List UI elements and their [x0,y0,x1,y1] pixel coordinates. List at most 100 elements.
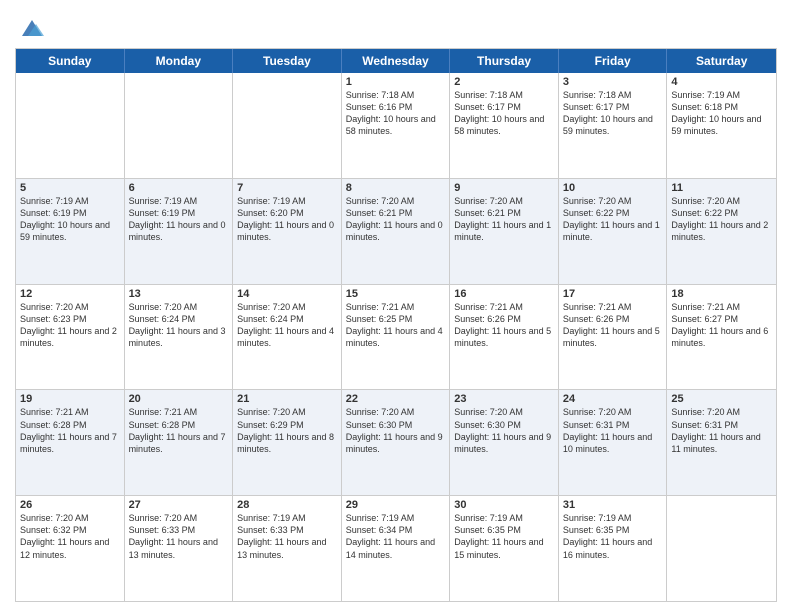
cal-cell: 21Sunrise: 7:20 AM Sunset: 6:29 PM Dayli… [233,390,342,495]
day-info: Sunrise: 7:21 AM Sunset: 6:25 PM Dayligh… [346,301,446,350]
day-number: 5 [20,182,120,194]
cal-cell: 10Sunrise: 7:20 AM Sunset: 6:22 PM Dayli… [559,179,668,284]
day-info: Sunrise: 7:20 AM Sunset: 6:30 PM Dayligh… [454,406,554,455]
cal-cell [125,73,234,178]
day-info: Sunrise: 7:19 AM Sunset: 6:34 PM Dayligh… [346,512,446,561]
day-number: 14 [237,288,337,300]
day-info: Sunrise: 7:19 AM Sunset: 6:18 PM Dayligh… [671,89,772,138]
day-number: 9 [454,182,554,194]
day-number: 8 [346,182,446,194]
calendar-body: 1Sunrise: 7:18 AM Sunset: 6:16 PM Daylig… [16,73,776,601]
header [15,10,777,42]
day-number: 30 [454,499,554,511]
cal-cell: 5Sunrise: 7:19 AM Sunset: 6:19 PM Daylig… [16,179,125,284]
day-number: 18 [671,288,772,300]
day-number: 1 [346,76,446,88]
cal-cell: 1Sunrise: 7:18 AM Sunset: 6:16 PM Daylig… [342,73,451,178]
header-day-thursday: Thursday [450,49,559,73]
day-info: Sunrise: 7:20 AM Sunset: 6:22 PM Dayligh… [671,195,772,244]
day-info: Sunrise: 7:20 AM Sunset: 6:22 PM Dayligh… [563,195,663,244]
day-info: Sunrise: 7:21 AM Sunset: 6:27 PM Dayligh… [671,301,772,350]
day-info: Sunrise: 7:20 AM Sunset: 6:24 PM Dayligh… [129,301,229,350]
day-number: 24 [563,393,663,405]
cal-cell: 13Sunrise: 7:20 AM Sunset: 6:24 PM Dayli… [125,285,234,390]
header-day-wednesday: Wednesday [342,49,451,73]
cal-cell: 23Sunrise: 7:20 AM Sunset: 6:30 PM Dayli… [450,390,559,495]
cal-cell: 9Sunrise: 7:20 AM Sunset: 6:21 PM Daylig… [450,179,559,284]
cal-cell [16,73,125,178]
day-number: 7 [237,182,337,194]
day-number: 16 [454,288,554,300]
day-info: Sunrise: 7:18 AM Sunset: 6:17 PM Dayligh… [563,89,663,138]
day-info: Sunrise: 7:20 AM Sunset: 6:21 PM Dayligh… [454,195,554,244]
day-info: Sunrise: 7:20 AM Sunset: 6:31 PM Dayligh… [671,406,772,455]
day-number: 10 [563,182,663,194]
cal-cell: 27Sunrise: 7:20 AM Sunset: 6:33 PM Dayli… [125,496,234,601]
logo [15,14,46,42]
cal-cell: 17Sunrise: 7:21 AM Sunset: 6:26 PM Dayli… [559,285,668,390]
day-number: 2 [454,76,554,88]
day-number: 27 [129,499,229,511]
week-row-4: 19 Sunrise: 7:21 AM Sunset: 6:28 PM Dayli… [16,390,776,496]
day-info: Sunrise: 7:19 AM Sunset: 6:35 PM Dayligh… [563,512,663,561]
cal-cell: 7Sunrise: 7:19 AM Sunset: 6:20 PM Daylig… [233,179,342,284]
day-number: 23 [454,393,554,405]
day-info: Sunrise: 7:19 AM Sunset: 6:19 PM Dayligh… [129,195,229,244]
day-number: 28 [237,499,337,511]
header-day-sunday: Sunday [16,49,125,73]
logo-icon [18,14,46,42]
week-row-1: 1Sunrise: 7:18 AM Sunset: 6:16 PM Daylig… [16,73,776,179]
day-info: Sunrise: 7:18 AM Sunset: 6:16 PM Dayligh… [346,89,446,138]
day-number: 12 [20,288,120,300]
day-info: Sunrise: 7:21 AM Sunset: 6:26 PM Dayligh… [563,301,663,350]
day-info: Sunrise: 7:20 AM Sunset: 6:21 PM Dayligh… [346,195,446,244]
cal-cell: 14Sunrise: 7:20 AM Sunset: 6:24 PM Dayli… [233,285,342,390]
header-day-tuesday: Tuesday [233,49,342,73]
cal-cell: 30Sunrise: 7:19 AM Sunset: 6:35 PM Dayli… [450,496,559,601]
header-day-friday: Friday [559,49,668,73]
cal-cell: 11Sunrise: 7:20 AM Sunset: 6:22 PM Dayli… [667,179,776,284]
day-info: Sunrise: 7:20 AM Sunset: 6:29 PM Dayligh… [237,406,337,455]
day-number: 13 [129,288,229,300]
cal-cell: 24Sunrise: 7:20 AM Sunset: 6:31 PM Dayli… [559,390,668,495]
day-number: 31 [563,499,663,511]
cal-cell: 3Sunrise: 7:18 AM Sunset: 6:17 PM Daylig… [559,73,668,178]
cal-cell: 29Sunrise: 7:19 AM Sunset: 6:34 PM Dayli… [342,496,451,601]
cal-cell: 20Sunrise: 7:21 AM Sunset: 6:28 PM Dayli… [125,390,234,495]
cal-cell: 28Sunrise: 7:19 AM Sunset: 6:33 PM Dayli… [233,496,342,601]
calendar: SundayMondayTuesdayWednesdayThursdayFrid… [15,48,777,602]
cal-cell: 19Sunrise: 7:21 AM Sunset: 6:28 PM Dayli… [16,390,125,495]
day-info: Sunrise: 7:18 AM Sunset: 6:17 PM Dayligh… [454,89,554,138]
day-number: 11 [671,182,772,194]
day-info: Sunrise: 7:21 AM Sunset: 6:26 PM Dayligh… [454,301,554,350]
cal-cell: 15Sunrise: 7:21 AM Sunset: 6:25 PM Dayli… [342,285,451,390]
day-info: Sunrise: 7:19 AM Sunset: 6:35 PM Dayligh… [454,512,554,561]
day-info: Sunrise: 7:20 AM Sunset: 6:33 PM Dayligh… [129,512,229,561]
day-info: Sunrise: 7:20 AM Sunset: 6:30 PM Dayligh… [346,406,446,455]
cal-cell: 31Sunrise: 7:19 AM Sunset: 6:35 PM Dayli… [559,496,668,601]
day-number: 21 [237,393,337,405]
cal-cell: 26Sunrise: 7:20 AM Sunset: 6:32 PM Dayli… [16,496,125,601]
cal-cell: 6Sunrise: 7:19 AM Sunset: 6:19 PM Daylig… [125,179,234,284]
day-number: 20 [129,393,229,405]
header-day-saturday: Saturday [667,49,776,73]
header-day-monday: Monday [125,49,234,73]
cal-cell: 25Sunrise: 7:20 AM Sunset: 6:31 PM Dayli… [667,390,776,495]
cal-cell: 12Sunrise: 7:20 AM Sunset: 6:23 PM Dayli… [16,285,125,390]
cal-cell [233,73,342,178]
day-info: Sunrise: 7:19 AM Sunset: 6:20 PM Dayligh… [237,195,337,244]
day-info: Sunrise: 7:20 AM Sunset: 6:31 PM Dayligh… [563,406,663,455]
cal-cell: 4Sunrise: 7:19 AM Sunset: 6:18 PM Daylig… [667,73,776,178]
day-info: Sunrise: 7:20 AM Sunset: 6:32 PM Dayligh… [20,512,120,561]
week-row-2: 5 Sunrise: 7:19 AM Sunset: 6:19 PM Daylig… [16,179,776,285]
cal-cell: 22Sunrise: 7:20 AM Sunset: 6:30 PM Dayli… [342,390,451,495]
day-number: 17 [563,288,663,300]
day-number: 19 [20,393,120,405]
day-info: Sunrise: 7:20 AM Sunset: 6:23 PM Dayligh… [20,301,120,350]
cal-cell: 16Sunrise: 7:21 AM Sunset: 6:26 PM Dayli… [450,285,559,390]
cal-cell [667,496,776,601]
day-info: Sunrise: 7:20 AM Sunset: 6:24 PM Dayligh… [237,301,337,350]
day-number: 26 [20,499,120,511]
day-info: Sunrise: 7:21 AM Sunset: 6:28 PM Dayligh… [129,406,229,455]
day-number: 15 [346,288,446,300]
